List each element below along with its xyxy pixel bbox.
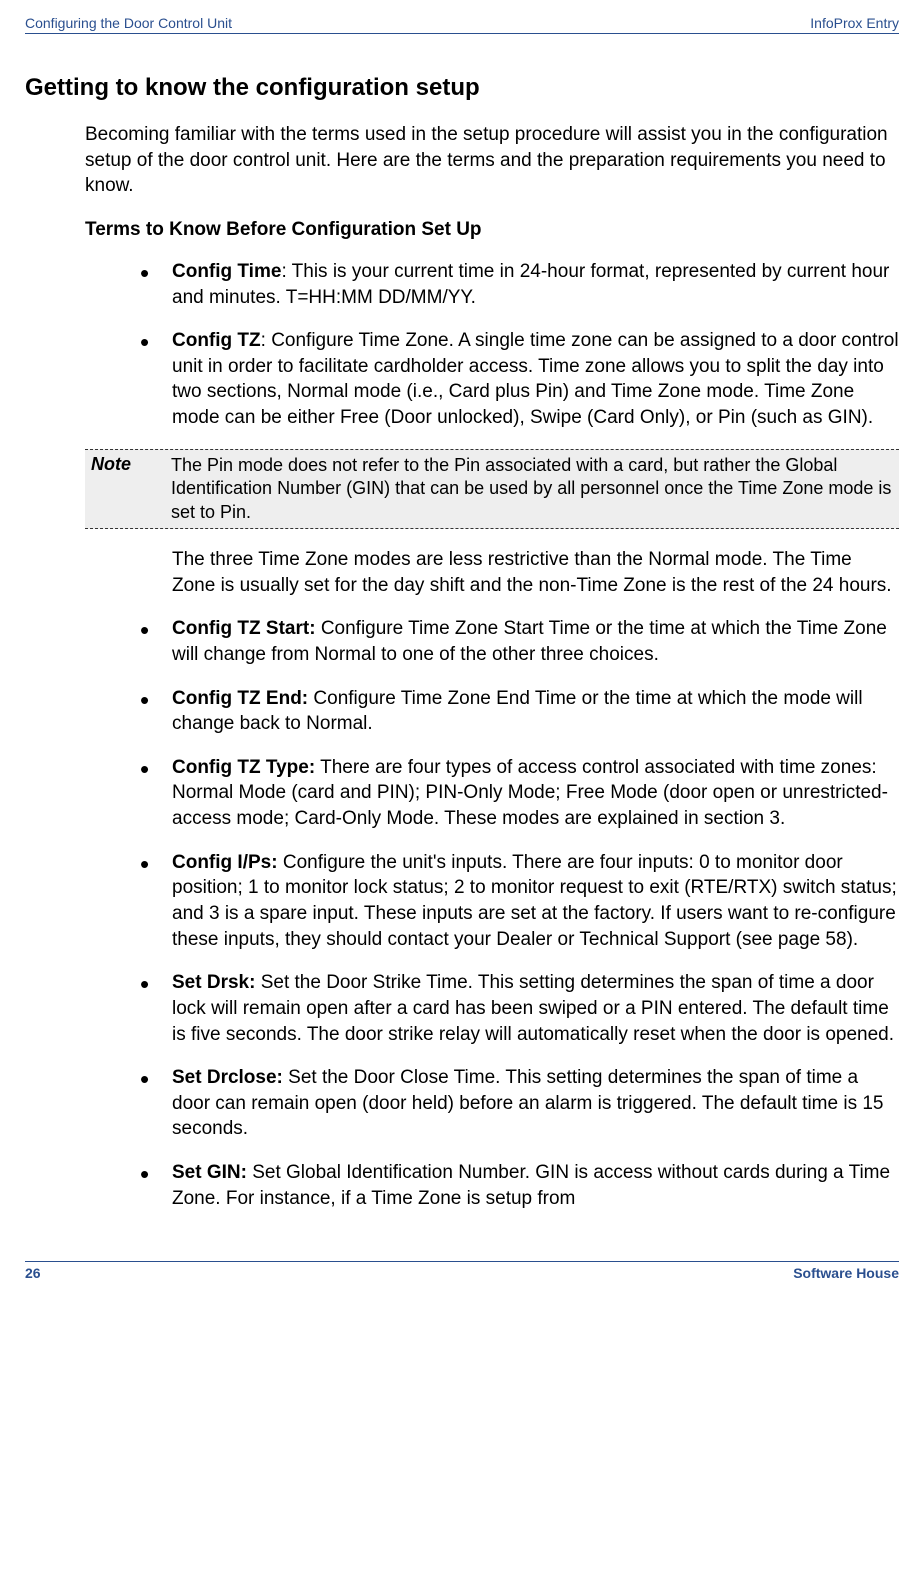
sub-heading: Terms to Know Before Configuration Set U… [85, 219, 899, 241]
header-section-title: Configuring the Door Control Unit [25, 15, 232, 31]
term-label: Set Drsk: [172, 972, 255, 993]
terms-list-b: Config TZ Start: Configure Time Zone Sta… [140, 616, 899, 1211]
term-item: Config TZ End: Configure Time Zone End T… [140, 686, 899, 737]
term-item: Config TZ: Configure Time Zone. A single… [140, 328, 899, 431]
term-sep: : [281, 261, 291, 282]
term-text: Set Global Identification Number. GIN is… [172, 1162, 890, 1209]
term-label: Config TZ Type: [172, 757, 315, 778]
term-label: Config Time [172, 261, 281, 282]
content-body: Becoming familiar with the terms used in… [85, 122, 899, 1211]
term-item: Set Drclose: Set the Door Close Time. Th… [140, 1065, 899, 1142]
term-item: Config I/Ps: Configure the unit's inputs… [140, 850, 899, 953]
term-text: Set the Door Strike Time. This setting d… [172, 972, 894, 1044]
intro-paragraph: Becoming familiar with the terms used in… [85, 122, 899, 199]
continued-paragraph: The three Time Zone modes are less restr… [172, 547, 899, 598]
term-item: Set Drsk: Set the Door Strike Time. This… [140, 970, 899, 1047]
term-item: Config Time: This is your current time i… [140, 259, 899, 310]
term-label: Config TZ Start: [172, 618, 316, 639]
note-box: Note The Pin mode does not refer to the … [85, 449, 899, 529]
note-label: Note [91, 454, 171, 524]
term-label: Config TZ [172, 330, 261, 351]
footer-company: Software House [793, 1265, 899, 1281]
document-page: Configuring the Door Control Unit InfoPr… [0, 0, 924, 1301]
term-sep: : [261, 330, 272, 351]
note-text: The Pin mode does not refer to the Pin a… [171, 454, 893, 524]
terms-list-a: Config Time: This is your current time i… [140, 259, 899, 431]
term-label: Set GIN: [172, 1162, 247, 1183]
term-label: Config I/Ps: [172, 852, 278, 873]
header-product-name: InfoProx Entry [810, 15, 899, 31]
page-number: 26 [25, 1265, 41, 1281]
term-label: Config TZ End: [172, 688, 308, 709]
term-item: Config TZ Start: Configure Time Zone Sta… [140, 616, 899, 667]
main-heading: Getting to know the configuration setup [25, 74, 899, 102]
page-header: Configuring the Door Control Unit InfoPr… [25, 15, 899, 34]
term-item: Config TZ Type: There are four types of … [140, 755, 899, 832]
term-item: Set GIN: Set Global Identification Numbe… [140, 1160, 899, 1211]
term-label: Set Drclose: [172, 1067, 283, 1088]
term-text: Configure Time Zone. A single time zone … [172, 330, 899, 428]
page-footer: 26 Software House [25, 1261, 899, 1281]
